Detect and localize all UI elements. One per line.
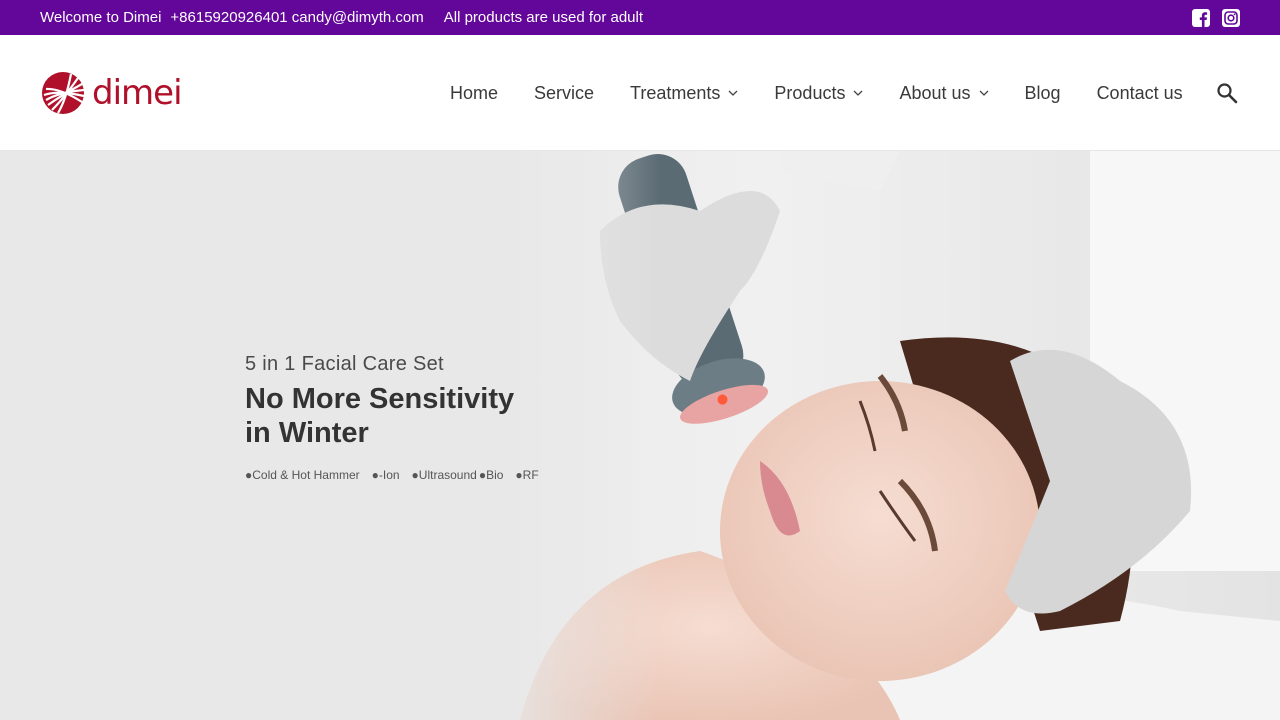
- search-icon[interactable]: [1216, 82, 1238, 104]
- instagram-icon[interactable]: [1222, 9, 1240, 27]
- feature-item: ●Cold & Hot Hammer: [245, 468, 360, 482]
- nav-item-about-us[interactable]: About us: [899, 83, 988, 104]
- nav-item-products[interactable]: Products: [774, 83, 863, 104]
- hero-banner: 5 in 1 Facial Care Set No More Sensitivi…: [0, 151, 1280, 720]
- top-bar-info: Welcome to Dimei +8615920926401 candy@di…: [40, 0, 643, 35]
- logo-mark-icon: [42, 72, 85, 114]
- dimei-logo[interactable]: dimei: [40, 70, 183, 116]
- feature-item: ●Bio: [478, 468, 504, 482]
- nav-label: Home: [450, 82, 499, 103]
- nav-item-blog[interactable]: Blog: [1025, 83, 1061, 104]
- site-header: dimei Home Service Treatments Products A…: [0, 35, 1280, 151]
- hero-feature-list: ●Cold & Hot Hammer ●-Ion ●Ultrasound ●Bi…: [245, 468, 551, 482]
- welcome-text: Welcome to Dimei: [40, 9, 162, 26]
- hero-image: [0, 151, 1280, 720]
- nav-item-service[interactable]: Service: [534, 83, 594, 104]
- nav-item-contact-us[interactable]: Contact us: [1097, 83, 1183, 104]
- chevron-down-icon: [979, 90, 988, 96]
- feature-item: ●-Ion: [371, 468, 400, 482]
- nav-label: Service: [534, 82, 595, 103]
- nav-item-home[interactable]: Home: [450, 83, 498, 104]
- social-links: [1192, 9, 1240, 27]
- feature-item: ●Ultrasound: [411, 468, 477, 482]
- hero-title: No More Sensitivity in Winter: [245, 383, 515, 449]
- contact-text: +8615920926401 candy@dimyth.com: [170, 9, 424, 26]
- nav-label: Products: [774, 82, 846, 103]
- feature-item: ●RF: [515, 468, 539, 482]
- nav-label: Contact us: [1096, 82, 1183, 103]
- chevron-down-icon: [854, 90, 863, 96]
- logo-text: dimei: [92, 73, 183, 113]
- main-nav: Home Service Treatments Products About u…: [450, 35, 1219, 151]
- hero-subtitle: 5 in 1 Facial Care Set: [245, 353, 444, 375]
- nav-label: About us: [899, 82, 971, 103]
- nav-label: Treatments: [630, 82, 721, 103]
- notice-text: All products are used for adult: [443, 9, 644, 26]
- top-bar: Welcome to Dimei +8615920926401 candy@di…: [0, 0, 1280, 35]
- chevron-down-icon: [728, 90, 738, 96]
- hero-text: 5 in 1 Facial Care Set No More Sensitivi…: [245, 353, 551, 482]
- facebook-icon[interactable]: [1192, 9, 1210, 27]
- nav-label: Blog: [1024, 82, 1061, 103]
- nav-item-treatments[interactable]: Treatments: [630, 83, 738, 104]
